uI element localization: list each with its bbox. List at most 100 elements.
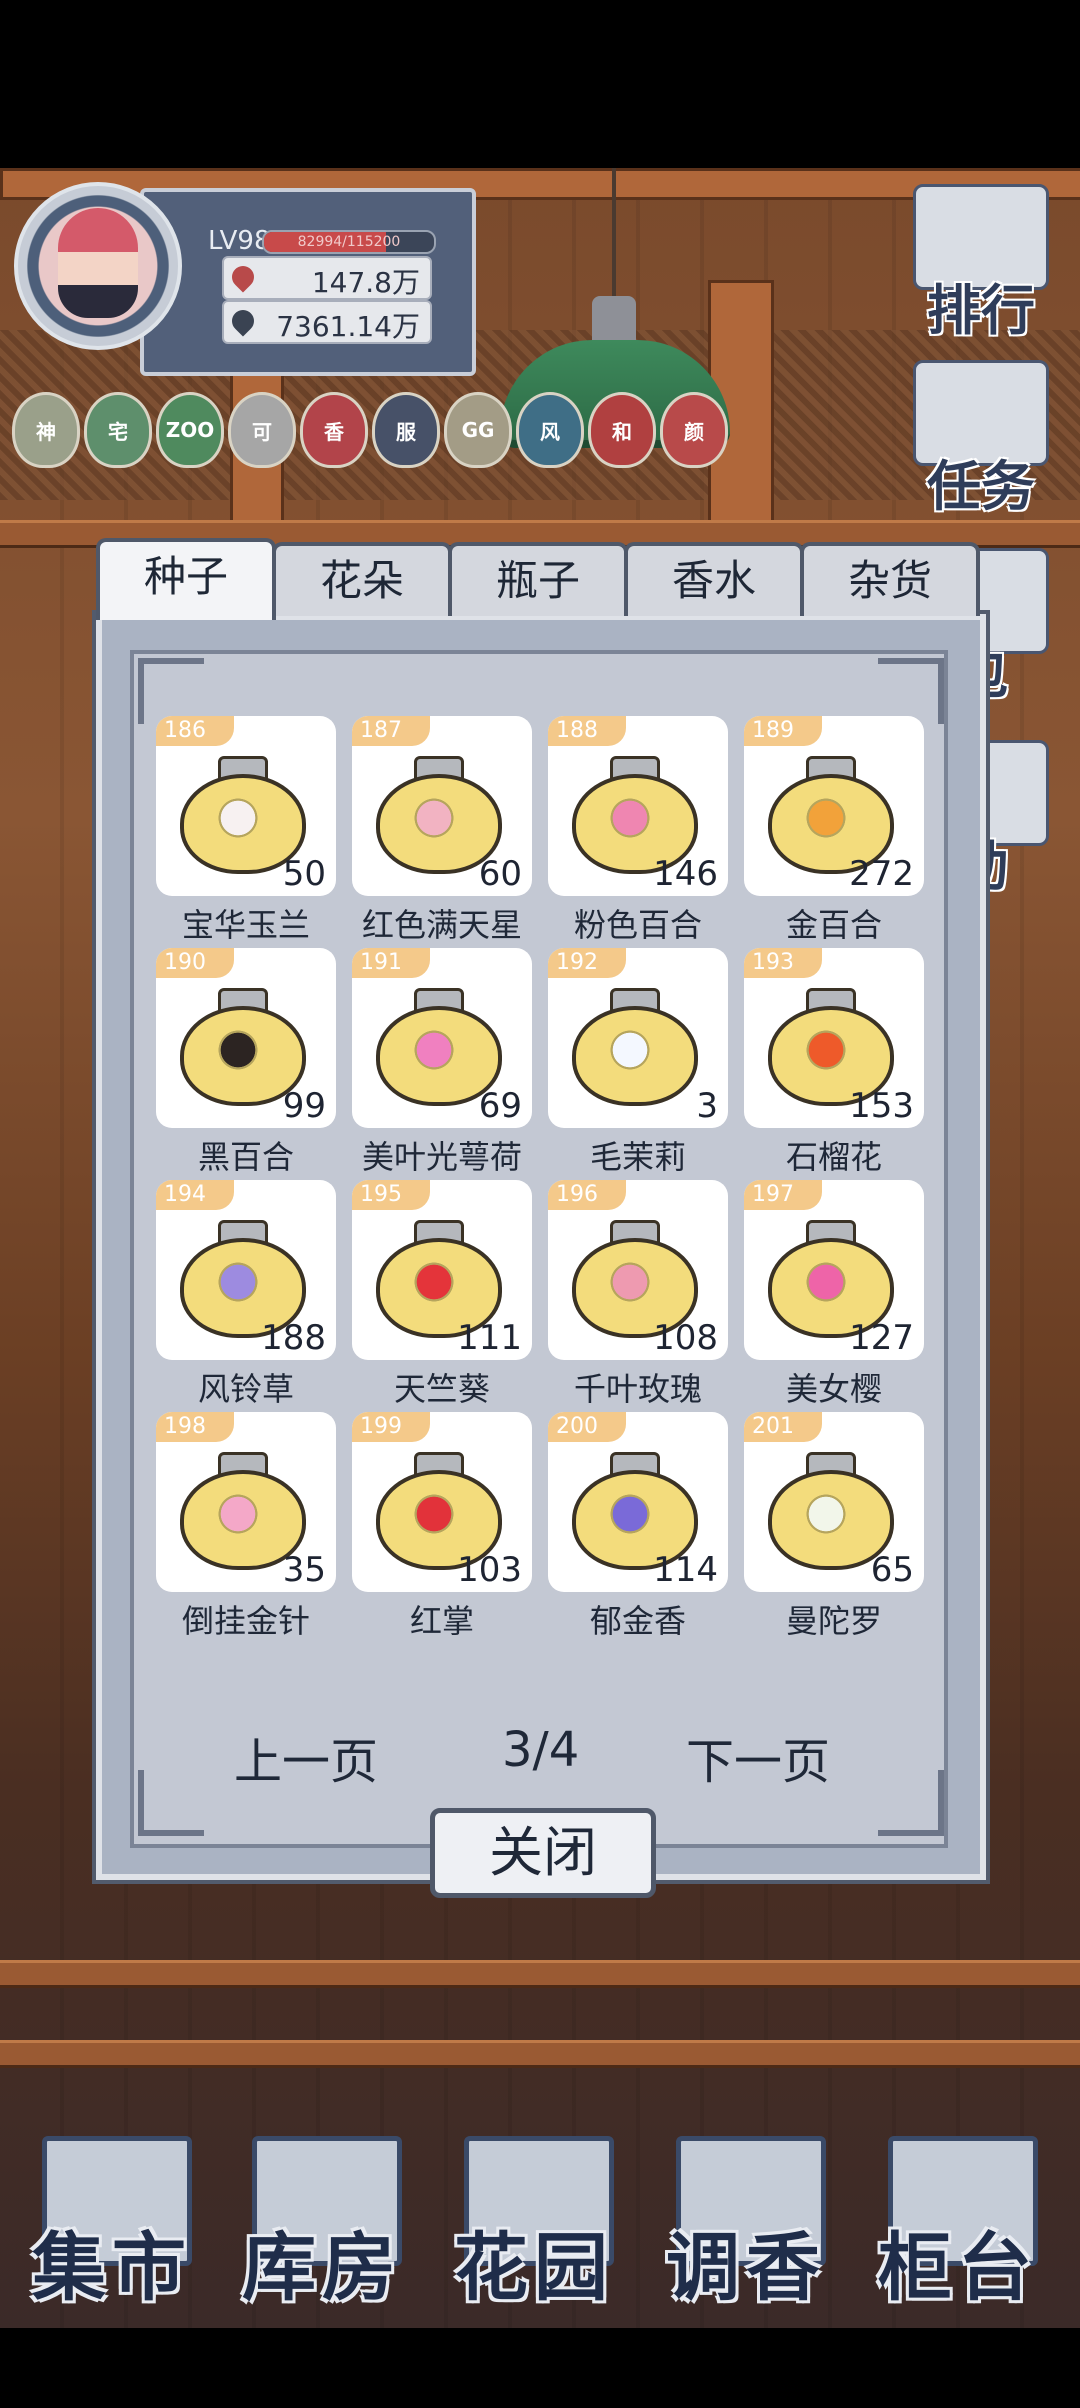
tab-seeds[interactable]: 种子 — [96, 538, 276, 620]
achievement-badge[interactable]: 和 — [588, 392, 656, 468]
item-id-tag: 200 — [548, 1412, 626, 1442]
seed-item[interactable]: 189 272 金百合 — [744, 716, 924, 952]
seed-card: 190 99 — [156, 948, 336, 1128]
bottom-strip — [0, 2328, 1080, 2408]
seed-card: 194 188 — [156, 1180, 336, 1360]
seed-item[interactable]: 194 188 风铃草 — [156, 1180, 336, 1416]
seed-item[interactable]: 190 99 黑百合 — [156, 948, 336, 1184]
item-count: 127 — [849, 1318, 914, 1358]
flower-icon — [608, 1260, 652, 1304]
flower-icon — [216, 1028, 260, 1072]
item-count: 35 — [282, 1550, 326, 1590]
seed-item[interactable]: 198 35 倒挂金针 — [156, 1412, 336, 1648]
item-id-tag: 197 — [744, 1180, 822, 1210]
seed-item[interactable]: 201 65 曼陀罗 — [744, 1412, 924, 1648]
item-name: 粉色百合 — [573, 906, 702, 944]
item-count: 108 — [653, 1318, 718, 1358]
seed-card: 200 114 — [548, 1412, 728, 1592]
tab-flowers[interactable]: 花朵 — [272, 542, 452, 616]
seed-item[interactable]: 187 60 红色满天星 — [352, 716, 532, 952]
flower-icon — [216, 1492, 260, 1536]
tab-goods[interactable]: 杂货 — [800, 542, 980, 616]
item-count: 188 — [261, 1318, 326, 1358]
flower-icon — [412, 1492, 456, 1536]
achievement-badge[interactable]: GG — [444, 392, 512, 468]
item-name: 千叶玫瑰 — [573, 1370, 702, 1408]
corner-ornament — [878, 1770, 944, 1836]
item-id-tag: 186 — [156, 716, 234, 746]
lamp-cord — [612, 168, 616, 298]
tasks-button[interactable]: 任务 — [906, 360, 1056, 521]
achievement-badge[interactable]: 宅 — [84, 392, 152, 468]
achievement-badge[interactable]: 风 — [516, 392, 584, 468]
achievement-badge[interactable]: 香 — [300, 392, 368, 468]
seed-item[interactable]: 196 108 千叶玫瑰 — [548, 1180, 728, 1416]
seed-item[interactable]: 186 50 宝华玉兰 — [156, 716, 336, 952]
resource-leaves-value: 7361.14万 — [276, 310, 420, 343]
nav-garden[interactable]: 花园 — [444, 2136, 624, 2311]
seed-card: 191 69 — [352, 948, 532, 1128]
seed-item[interactable]: 192 3 毛茉莉 — [548, 948, 728, 1184]
resource-petals-value: 147.8万 — [311, 266, 420, 299]
achievement-badge[interactable]: 服 — [372, 392, 440, 468]
nav-counter[interactable]: 柜台 — [868, 2136, 1048, 2311]
seed-item[interactable]: 197 127 美女樱 — [744, 1180, 924, 1416]
flower-icon — [216, 796, 260, 840]
seed-card: 189 272 — [744, 716, 924, 896]
item-count: 65 — [870, 1550, 914, 1590]
nav-perfume[interactable]: 调香 — [656, 2136, 836, 2311]
seed-card: 188 146 — [548, 716, 728, 896]
item-count: 60 — [478, 854, 522, 894]
item-name: 红掌 — [409, 1602, 474, 1640]
item-count: 103 — [457, 1550, 522, 1590]
nav-warehouse[interactable]: 库房 — [232, 2136, 412, 2311]
item-name: 郁金香 — [589, 1602, 686, 1640]
item-id-tag: 189 — [744, 716, 822, 746]
seed-card: 196 108 — [548, 1180, 728, 1360]
prev-page-button[interactable]: 上一页 — [234, 1722, 378, 1792]
seed-item[interactable]: 188 146 粉色百合 — [548, 716, 728, 952]
item-id-tag: 201 — [744, 1412, 822, 1442]
achievement-badge[interactable]: 可 — [228, 392, 296, 468]
seed-card: 187 60 — [352, 716, 532, 896]
nav-warehouse-label: 库房 — [242, 2225, 402, 2311]
seed-card: 193 153 — [744, 948, 924, 1128]
achievement-badge[interactable]: ZOO — [156, 392, 224, 468]
flower-icon — [804, 1260, 848, 1304]
item-name: 石榴花 — [785, 1138, 882, 1176]
item-id-tag: 194 — [156, 1180, 234, 1210]
next-page-button[interactable]: 下一页 — [686, 1722, 830, 1792]
item-name: 美女樱 — [785, 1370, 882, 1408]
seed-card: 192 3 — [548, 948, 728, 1128]
seed-item[interactable]: 191 69 美叶光萼荷 — [352, 948, 532, 1184]
nav-counter-label: 柜台 — [878, 2225, 1038, 2311]
item-count: 50 — [282, 854, 326, 894]
xp-bar: 82994/115200 — [262, 230, 436, 254]
achievement-badge[interactable]: 颜 — [660, 392, 728, 468]
item-count: 114 — [653, 1550, 718, 1590]
tab-bottles[interactable]: 瓶子 — [448, 542, 628, 616]
ranking-button[interactable]: 排行 — [906, 184, 1056, 345]
tab-perfume[interactable]: 香水 — [624, 542, 804, 616]
item-name: 宝华玉兰 — [181, 906, 310, 944]
item-id-tag: 191 — [352, 948, 430, 978]
seed-item[interactable]: 193 153 石榴花 — [744, 948, 924, 1184]
seed-item[interactable]: 199 103 红掌 — [352, 1412, 532, 1648]
item-name: 倒挂金针 — [181, 1602, 310, 1640]
avatar[interactable] — [14, 182, 182, 350]
flower-icon — [412, 796, 456, 840]
seed-card: 199 103 — [352, 1412, 532, 1592]
item-count: 3 — [696, 1086, 718, 1126]
corner-ornament — [138, 1770, 204, 1836]
nav-market[interactable]: 集市 — [22, 2136, 202, 2311]
corner-ornament — [878, 658, 944, 724]
item-name: 曼陀罗 — [785, 1602, 882, 1640]
ranking-label: 排行 — [927, 279, 1035, 342]
seed-card: 186 50 — [156, 716, 336, 896]
close-button[interactable]: 关闭 — [430, 1808, 656, 1898]
item-name: 红色满天星 — [361, 906, 522, 944]
item-name: 美叶光萼荷 — [361, 1138, 522, 1176]
achievement-badge[interactable]: 神 — [12, 392, 80, 468]
seed-item[interactable]: 195 111 天竺葵 — [352, 1180, 532, 1416]
seed-item[interactable]: 200 114 郁金香 — [548, 1412, 728, 1648]
